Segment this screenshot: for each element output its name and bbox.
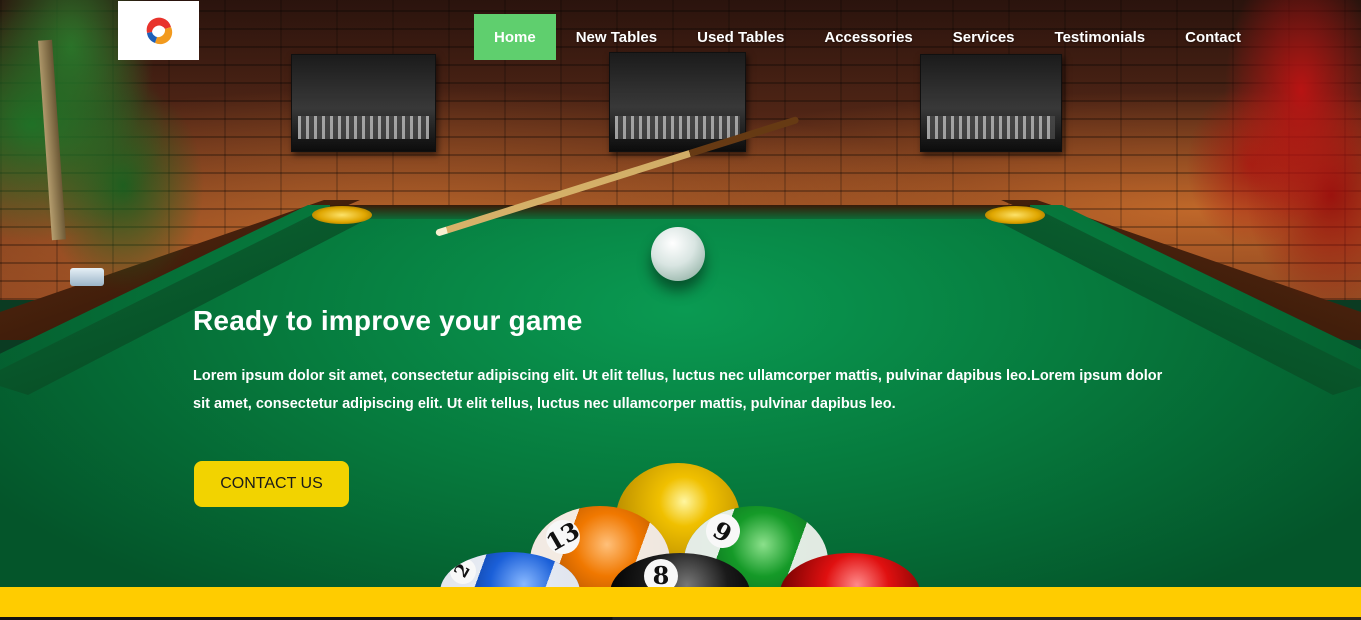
main-nav: Home New Tables Used Tables Accessories … [474,14,1261,60]
nav-used-tables[interactable]: Used Tables [677,14,804,60]
nav-testimonials[interactable]: Testimonials [1035,14,1166,60]
hero-title: Ready to improve your game [193,305,583,336]
contact-us-button[interactable]: CONTACT US [194,461,349,507]
bottom-accent-bar [0,587,1361,617]
nav-contact[interactable]: Contact [1165,14,1261,60]
nav-accessories[interactable]: Accessories [804,14,932,60]
nav-new-tables[interactable]: New Tables [556,14,677,60]
hero-description: Lorem ipsum dolor sit amet, consectetur … [193,368,1163,412]
nav-services[interactable]: Services [933,14,1035,60]
logo-icon [144,16,173,45]
site-logo[interactable] [118,1,199,60]
nav-home[interactable]: Home [474,14,556,60]
